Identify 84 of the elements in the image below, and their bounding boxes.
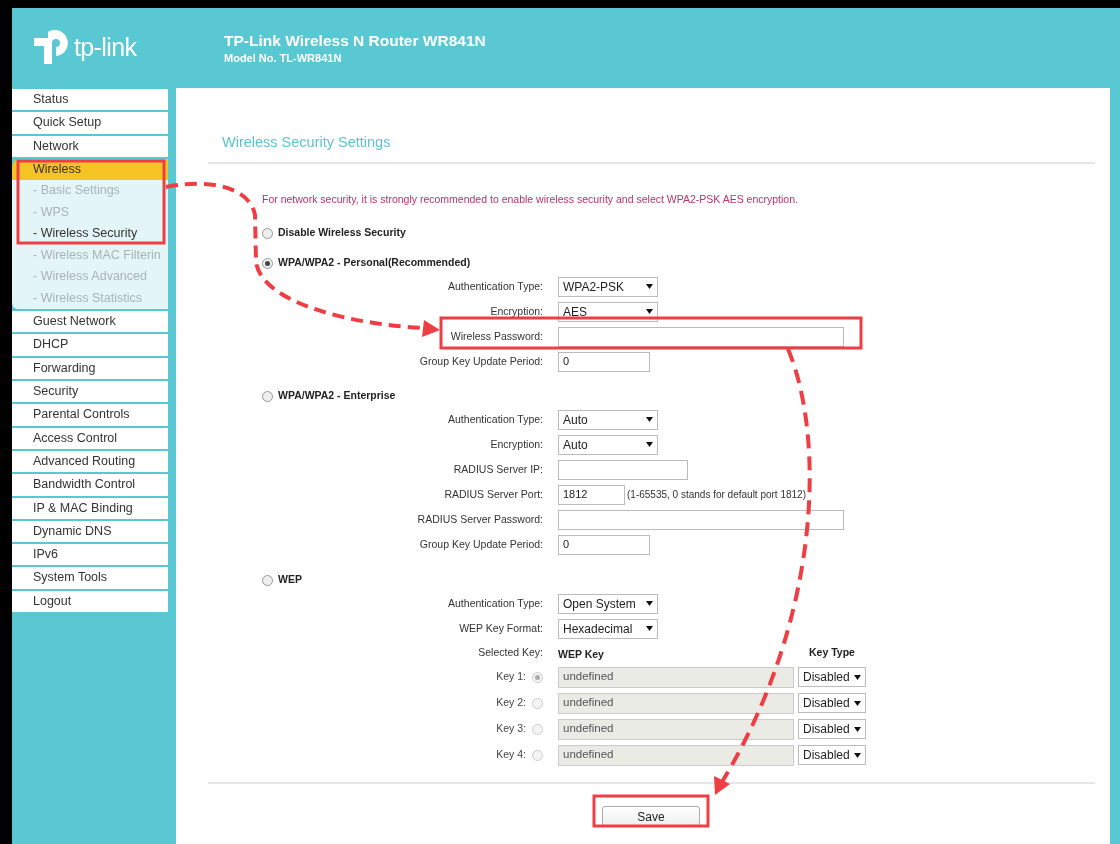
dropdown-arrow-icon <box>854 700 861 706</box>
key-type-dropdown[interactable]: Disabled <box>798 667 866 687</box>
field-hint: (1-65535, 0 stands for default port 1812) <box>627 488 806 502</box>
sidebar-item[interactable]: DHCP <box>12 334 168 356</box>
radio-button[interactable] <box>532 697 543 709</box>
field-label: Selected Key: <box>478 644 543 660</box>
input-field[interactable]: 0 <box>558 534 650 555</box>
dropdown-arrow-icon <box>854 726 861 732</box>
key-input-field[interactable]: undefined <box>558 692 794 714</box>
field-label: Wireless Password: <box>450 328 543 344</box>
key-input-field[interactable]: undefined <box>558 744 794 766</box>
key-label: Key 4: <box>496 747 526 763</box>
sidebar-item[interactable]: Quick Setup <box>12 112 168 134</box>
field-label: RADIUS Server Password: <box>417 511 543 527</box>
sidebar-item[interactable]: Access Control <box>12 427 168 449</box>
field-label: Group Key Update Period: <box>419 536 543 552</box>
column-header: Key Type <box>809 644 855 660</box>
radio-button[interactable] <box>262 257 273 269</box>
dropdown[interactable]: WPA2-PSK <box>558 276 658 297</box>
dropdown[interactable]: Auto <box>558 409 658 430</box>
key-type-dropdown[interactable]: Disabled <box>798 719 866 739</box>
sidebar-item[interactable]: Status <box>12 89 168 111</box>
security-notice: For network security, it is strongly recommended to enable wireless security and select WPA2-PSK AES encryption. <box>262 193 798 205</box>
field-label: Authentication Type: <box>448 278 543 294</box>
sidebar-item[interactable]: IPv6 <box>12 544 168 566</box>
dropdown[interactable]: Hexadecimal <box>558 618 658 639</box>
sidebar-item[interactable]: Forwarding <box>12 357 168 380</box>
radio-label: Disable Wireless Security <box>278 225 406 241</box>
router-title: TP-Link Wireless N Router WR841N <box>224 31 486 51</box>
sidebar-item[interactable]: Network <box>12 135 168 157</box>
field-label: Authentication Type: <box>448 595 543 611</box>
field-label: Encryption: <box>490 436 543 452</box>
sidebar-item[interactable]: Parental Controls <box>12 404 168 426</box>
input-field[interactable] <box>558 509 844 530</box>
input-field[interactable]: 0 <box>558 351 650 372</box>
sidebar-item[interactable]: Advanced Routing <box>12 450 168 473</box>
sidebar-item[interactable]: Guest Network <box>12 311 168 333</box>
field-label: Group Key Update Period: <box>419 353 543 369</box>
key-label: Key 1: <box>496 669 526 685</box>
radio-button[interactable] <box>262 227 273 239</box>
radio-label: WPA/WPA2 - Personal(Recommended) <box>278 255 471 271</box>
radio-button[interactable] <box>532 671 543 683</box>
key-type-dropdown[interactable]: Disabled <box>798 693 866 713</box>
field-label: RADIUS Server IP: <box>453 461 543 477</box>
field-label: Encryption: <box>490 303 543 319</box>
field-label: WEP Key Format: <box>459 620 543 636</box>
submenu-item[interactable]: - Wireless Security <box>12 223 168 245</box>
save-button[interactable]: Save <box>602 806 700 827</box>
dropdown-arrow-icon <box>646 442 653 447</box>
radio-button[interactable] <box>532 723 543 735</box>
input-field[interactable] <box>558 459 688 480</box>
sidebar-item[interactable]: Logout <box>12 590 168 613</box>
radio-label: WPA/WPA2 - Enterprise <box>278 388 396 404</box>
sidebar-item[interactable]: Security <box>12 381 168 403</box>
dropdown-arrow-icon <box>646 417 653 422</box>
key-input-field[interactable]: undefined <box>558 718 794 740</box>
field-label: Authentication Type: <box>448 411 543 427</box>
dropdown-arrow-icon <box>854 674 861 680</box>
key-type-dropdown[interactable]: Disabled <box>798 745 866 765</box>
dropdown-arrow-icon <box>646 626 653 631</box>
input-field[interactable]: 1812 <box>558 484 625 505</box>
dropdown[interactable]: Auto <box>558 434 658 455</box>
dropdown[interactable]: Open System <box>558 593 658 614</box>
dropdown-arrow-icon <box>646 309 653 314</box>
radio-button[interactable] <box>262 574 273 586</box>
sidebar-item[interactable]: System Tools <box>12 567 168 589</box>
model-number: Model No. TL-WR841N <box>224 51 343 65</box>
sidebar-item[interactable]: Bandwidth Control <box>12 474 168 496</box>
key-input-field[interactable]: undefined <box>558 666 794 688</box>
key-label: Key 3: <box>496 721 526 737</box>
radio-button[interactable] <box>532 749 543 761</box>
key-label: Key 2: <box>496 695 526 711</box>
dropdown-arrow-icon <box>646 601 653 606</box>
dropdown-arrow-icon <box>854 752 861 758</box>
dropdown-arrow-icon <box>646 284 653 289</box>
sidebar-item[interactable]: Dynamic DNS <box>12 520 168 543</box>
sidebar-item[interactable]: IP & MAC Binding <box>12 497 168 519</box>
input-field[interactable] <box>558 326 844 347</box>
logo-text: tp-link <box>74 32 137 64</box>
column-header: WEP Key <box>558 647 604 660</box>
radio-button[interactable] <box>262 390 273 402</box>
radio-label: WEP <box>278 572 302 588</box>
page-title: Wireless Security Settings <box>222 134 391 150</box>
field-label: RADIUS Server Port: <box>444 486 543 502</box>
